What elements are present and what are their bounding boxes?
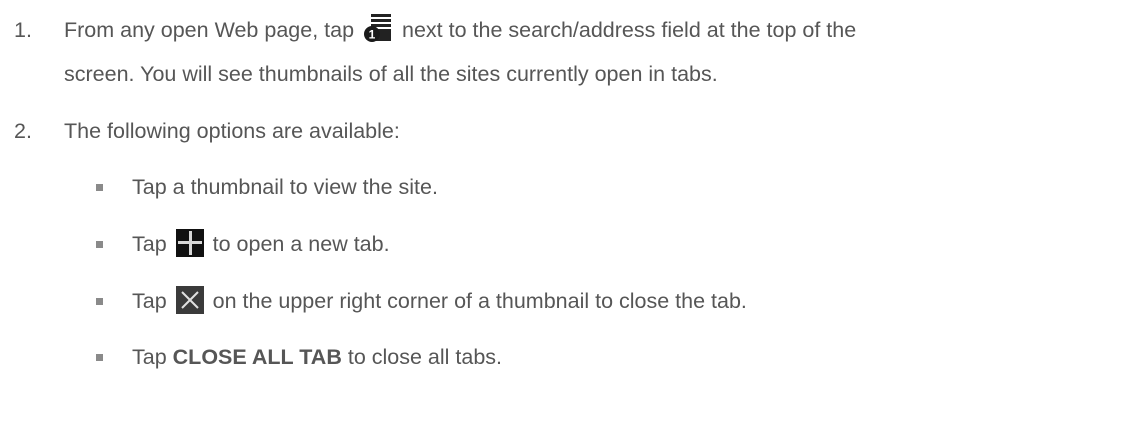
step-number: 1. xyxy=(14,18,32,42)
plus-icon xyxy=(175,229,204,258)
tabs-icon-badge: 1 xyxy=(369,28,376,42)
option-text: on the upper right corner of a thumbnail… xyxy=(212,289,747,313)
option-text: Tap xyxy=(132,345,167,369)
option-text: to open a new tab. xyxy=(212,232,390,256)
tabs-icon: 1 xyxy=(363,13,393,43)
bullet-icon xyxy=(96,298,103,305)
step-text: From any open Web page, tap xyxy=(64,18,355,42)
bullet-icon xyxy=(96,354,103,361)
option-text: Tap xyxy=(132,289,167,313)
step-1-line-2: screen. You will see thumbnails of all t… xyxy=(64,62,718,86)
close-all-tab-label: CLOSE ALL TAB xyxy=(172,345,342,369)
close-icon xyxy=(175,286,204,315)
step-text: next to the search/address field at the … xyxy=(402,18,857,42)
step-text: The following options are available: xyxy=(64,119,400,143)
bullet-icon xyxy=(96,241,103,248)
option-text: Tap xyxy=(132,232,167,256)
option-text: to close all tabs. xyxy=(347,345,503,369)
option-text: Tap a thumbnail to view the site. xyxy=(132,175,438,199)
step-number: 2. xyxy=(14,119,32,143)
bullet-icon xyxy=(96,184,103,191)
